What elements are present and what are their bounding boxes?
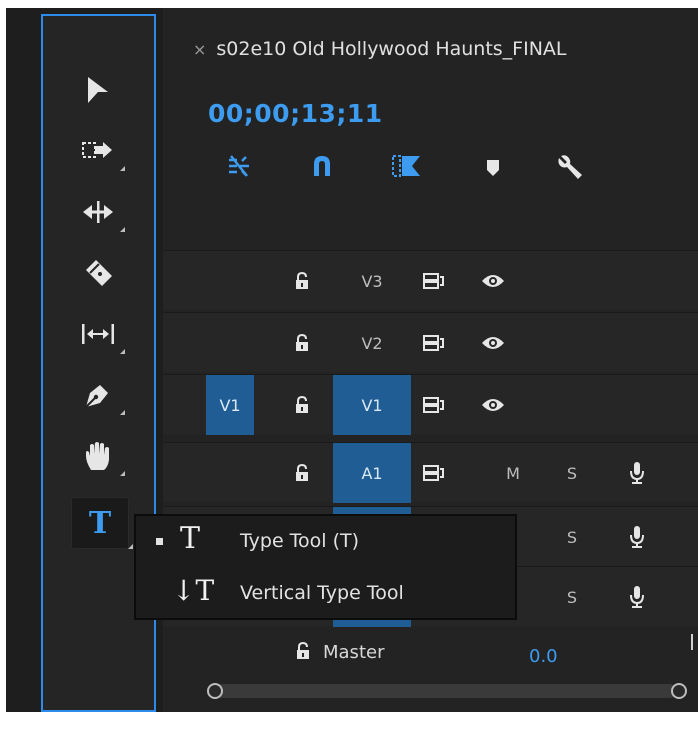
- solo-button-a3[interactable]: S: [560, 567, 584, 627]
- scrollbar-left-handle[interactable]: [207, 683, 223, 699]
- sequence-title: s02e10 Old Hollywood Haunts_FINAL: [216, 38, 567, 60]
- menu-item-label: Vertical Type Tool: [240, 582, 404, 604]
- sync-lock-icon[interactable]: [418, 375, 448, 435]
- lock-icon[interactable]: [291, 443, 313, 503]
- left-gutter: [6, 8, 35, 712]
- solo-button-a2[interactable]: S: [560, 507, 584, 567]
- track-target-v3[interactable]: V3: [333, 251, 411, 311]
- master-label: Master: [323, 642, 385, 663]
- eye-icon[interactable]: [478, 251, 508, 311]
- track-row-v2: V2: [163, 312, 698, 372]
- razor-tool[interactable]: [75, 253, 121, 293]
- hand-tool[interactable]: [75, 436, 125, 476]
- sync-lock-icon[interactable]: [418, 443, 448, 503]
- track-row-v3: V3: [163, 250, 698, 310]
- submenu-corner-icon: [120, 166, 125, 171]
- mic-icon[interactable]: [625, 443, 649, 503]
- type-tool-flyout-menu: T Type Tool (T) ↓T Vertical Type Tool: [134, 514, 517, 620]
- slip-icon: [82, 324, 114, 344]
- track-target-v2[interactable]: V2: [333, 313, 411, 373]
- lock-icon[interactable]: [295, 641, 311, 664]
- track-select-forward-tool[interactable]: [75, 131, 125, 171]
- submenu-corner-icon: [120, 227, 125, 232]
- track-target-v1[interactable]: V1: [333, 375, 411, 435]
- selected-bullet-icon: [156, 537, 163, 545]
- mic-icon[interactable]: [625, 507, 649, 567]
- ripple-edit-tool[interactable]: [75, 192, 125, 232]
- sync-lock-icon[interactable]: [418, 251, 448, 311]
- arrow-icon: [88, 77, 108, 103]
- track-row-a1: A1 M S: [163, 442, 698, 503]
- razor-icon: [86, 260, 112, 286]
- track-select-icon: [82, 142, 112, 158]
- pen-tool[interactable]: [75, 375, 125, 415]
- lock-icon[interactable]: [291, 375, 313, 435]
- submenu-corner-icon: [120, 410, 125, 415]
- menu-item-vertical-type-tool[interactable]: ↓T Vertical Type Tool: [136, 568, 515, 618]
- lock-icon[interactable]: [291, 313, 313, 373]
- solo-button-a1[interactable]: S: [560, 443, 584, 503]
- type-tool[interactable]: T: [71, 497, 133, 549]
- slip-tool[interactable]: [75, 314, 125, 354]
- premiere-window: T × s02e10 Old Hollywood Haunts_FINAL 00;…: [6, 8, 698, 712]
- source-patch-v1[interactable]: V1: [206, 375, 254, 435]
- scrollbar-track[interactable]: [207, 684, 677, 698]
- master-volume-value[interactable]: 0.0: [529, 646, 558, 667]
- submenu-corner-icon: [128, 544, 133, 549]
- submenu-corner-icon: [120, 471, 125, 476]
- selection-tool[interactable]: [75, 70, 121, 110]
- mute-button-a1[interactable]: M: [498, 443, 528, 503]
- snap-icon[interactable]: [311, 154, 333, 178]
- sequence-tab[interactable]: × s02e10 Old Hollywood Haunts_FINAL: [193, 38, 567, 60]
- lock-icon[interactable]: [291, 251, 313, 311]
- mic-icon[interactable]: [625, 567, 649, 627]
- type-icon: T: [180, 521, 201, 556]
- vertical-type-icon: ↓T: [172, 574, 215, 607]
- close-tab-button[interactable]: ×: [193, 40, 206, 59]
- zoom-scrollbar[interactable]: [163, 682, 698, 702]
- track-row-v1: V1 V1: [163, 374, 698, 435]
- add-marker-icon[interactable]: [485, 158, 501, 178]
- linked-selection-icon[interactable]: [392, 154, 422, 178]
- eye-icon[interactable]: [478, 313, 508, 373]
- sync-lock-icon[interactable]: [418, 313, 448, 373]
- master-track-row: Master 0.0: [163, 634, 698, 674]
- playhead-timecode[interactable]: 00;00;13;11: [208, 99, 383, 128]
- track-target-a1[interactable]: A1: [333, 443, 411, 503]
- menu-item-label: Type Tool (T): [240, 530, 360, 552]
- scrollbar-right-handle[interactable]: [671, 683, 687, 699]
- eye-icon[interactable]: [478, 375, 508, 435]
- submenu-corner-icon: [120, 349, 125, 354]
- pen-icon: [85, 385, 108, 408]
- hand-icon: [86, 442, 109, 470]
- ripple-edit-icon: [83, 201, 113, 223]
- settings-wrench-icon[interactable]: [555, 152, 585, 182]
- insert-overwrite-icon[interactable]: [227, 154, 251, 178]
- menu-item-type-tool[interactable]: T Type Tool (T): [136, 516, 515, 566]
- playhead-line: [691, 634, 693, 650]
- type-icon: T: [88, 505, 112, 541]
